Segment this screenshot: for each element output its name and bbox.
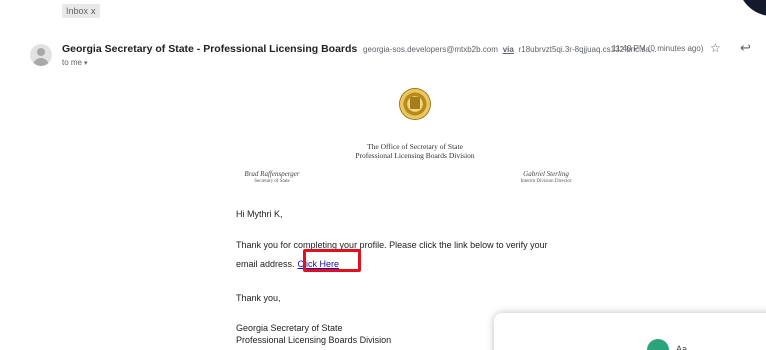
chevron-down-icon: ▾: [84, 60, 88, 67]
notification-popup[interactable]: Aa: [494, 313, 766, 350]
officer-right: Gabriel Sterling Interim Division Direct…: [500, 170, 592, 185]
sender-line: Georgia Secretary of State - Professiona…: [62, 42, 662, 57]
state-seal-logo: [399, 88, 431, 120]
signature-line2: Professional Licensing Boards Division: [236, 335, 392, 345]
email-body-line1: Thank you for completing your profile. P…: [236, 240, 548, 250]
officer-right-name: Gabriel Sterling: [523, 170, 569, 178]
sender-email: georgia-sos.developers@mtxb2b.com: [363, 45, 498, 54]
email-closing: Thank you,: [236, 293, 281, 303]
popup-avatar: [647, 339, 669, 350]
office-title-line1: The Office of Secretary of State: [367, 142, 463, 151]
link-highlight-box: [303, 249, 361, 272]
inbox-label-text: Inbox: [66, 6, 89, 16]
sender-avatar: [30, 44, 52, 66]
officer-left: Brad Raffensperger Secretary of State: [230, 170, 314, 185]
corner-overlay: [738, 0, 766, 16]
signature-line1: Georgia Secretary of State: [236, 323, 343, 333]
via-link[interactable]: via: [503, 45, 514, 54]
office-title-line2: Professional Licensing Boards Division: [355, 151, 475, 160]
reply-icon[interactable]: ↩: [740, 40, 751, 56]
officer-right-title: Interim Division Director: [520, 179, 572, 184]
officer-left-name: Brad Raffensperger: [244, 170, 300, 178]
inbox-label-chip: Inbox x: [62, 4, 100, 18]
recipient-details-toggle[interactable]: to me ▾: [62, 58, 88, 67]
officer-left-title: Secretary of State: [254, 179, 290, 184]
star-icon[interactable]: ☆: [710, 41, 721, 55]
sender-name[interactable]: Georgia Secretary of State - Professiona…: [62, 43, 357, 55]
recipient-text: to me: [62, 58, 83, 67]
email-greeting: Hi Mythri K,: [236, 209, 283, 219]
office-title: The Office of Secretary of State Profess…: [300, 142, 530, 160]
remove-label-icon[interactable]: x: [91, 6, 96, 16]
popup-text: Aa: [676, 344, 688, 350]
email-timestamp: 11:40 PM (0 minutes ago): [612, 44, 704, 53]
email-body-line2-text: email address.: [236, 259, 295, 269]
